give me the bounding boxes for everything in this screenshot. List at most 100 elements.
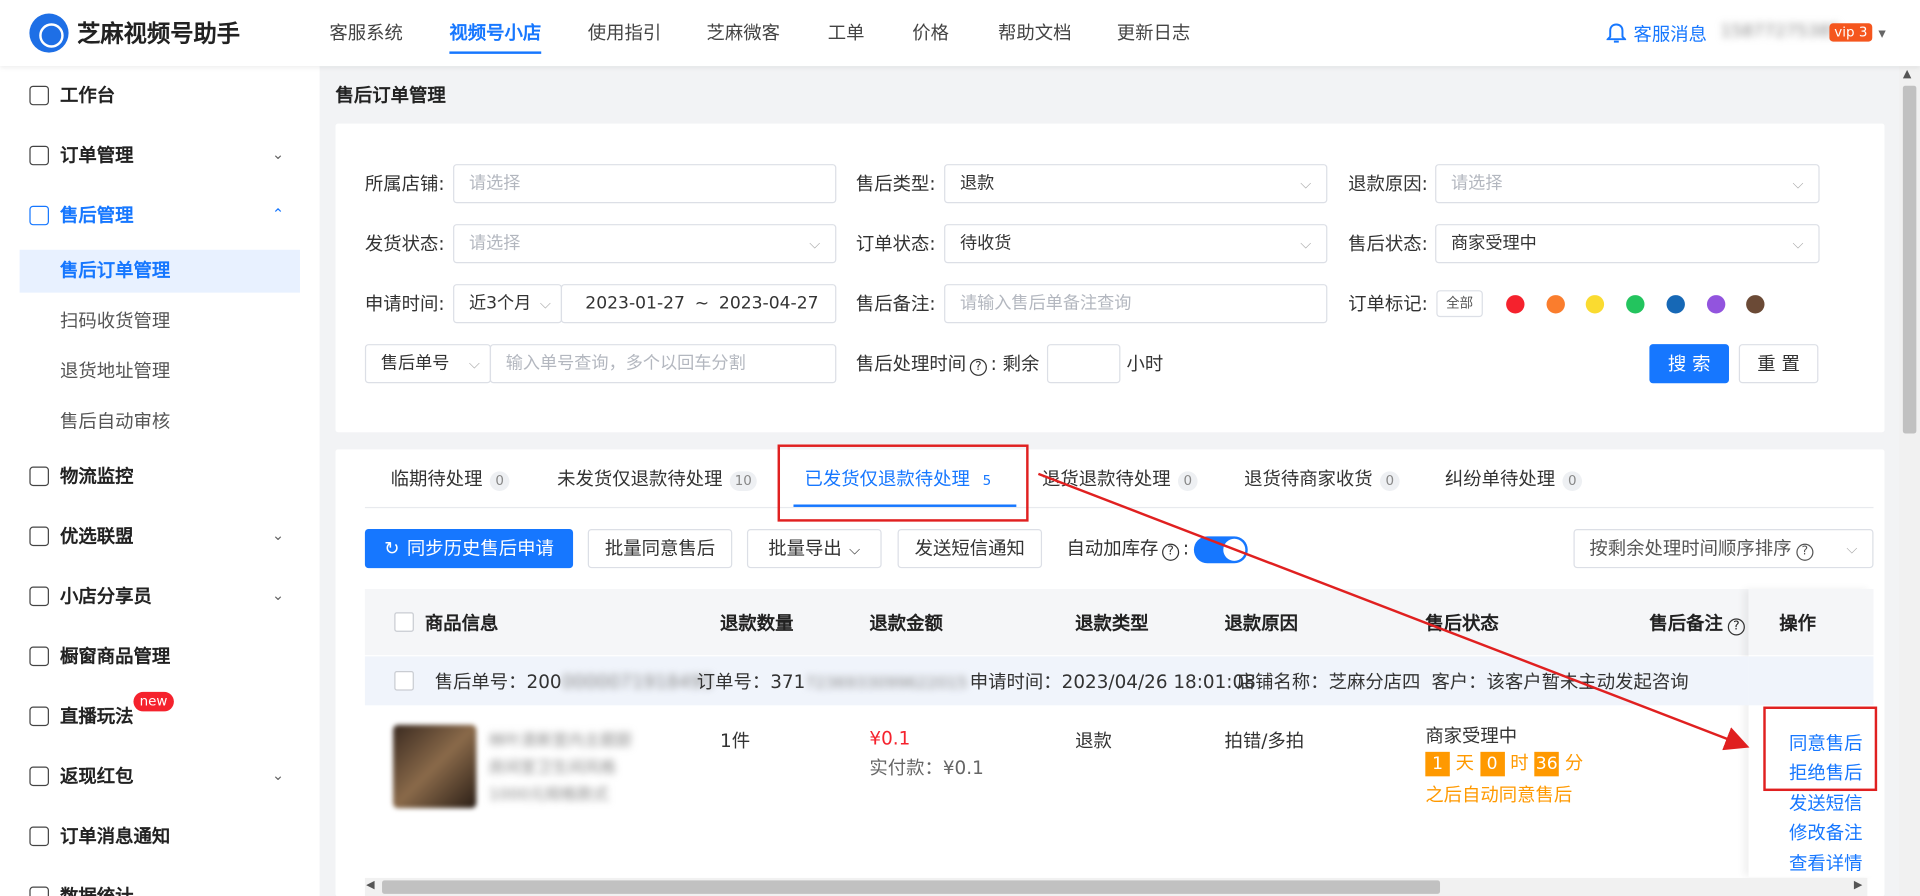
tab-await-receipt[interactable]: 退货待商家收货 0 <box>1244 465 1400 492</box>
chevron-down-icon: ⌵ <box>539 295 552 313</box>
mark-all-button[interactable]: 全部 <box>1436 290 1483 318</box>
chevron-down-icon[interactable]: ⌄ <box>272 146 284 163</box>
nav-changelog[interactable]: 更新日志 <box>1117 0 1190 66</box>
edit-remark-link[interactable]: 修改备注 <box>1789 819 1862 845</box>
scroll-right-icon[interactable]: ▶ <box>1854 879 1862 891</box>
view-details-link[interactable]: 查看详情 <box>1789 850 1862 876</box>
bell-icon[interactable] <box>1605 22 1628 44</box>
account-chevron-icon[interactable]: ▾ <box>1878 24 1885 41</box>
sidebar-item-order-notice[interactable]: 订单消息通知 <box>29 822 170 851</box>
id-search-input[interactable]: 输入单号查询，多个以回车分割 <box>489 344 837 384</box>
reset-button[interactable]: 重 置 <box>1738 344 1819 384</box>
reason-select[interactable]: 请选择 ⌵ <box>1435 164 1820 204</box>
type-select[interactable]: 退款 ⌵ <box>944 164 1328 204</box>
mark-color-dot[interactable] <box>1706 295 1725 314</box>
edit-icon <box>29 646 49 667</box>
help-icon[interactable]: ? <box>1162 543 1180 561</box>
chevron-down-icon: ⌵ <box>809 235 821 253</box>
batch-agree-button[interactable]: 批量同意售后 <box>587 528 733 569</box>
reason-label: 退款原因: <box>1348 172 1428 195</box>
user-account[interactable]: 15877275385 <box>1720 22 1840 42</box>
sidebar-item-orders[interactable]: 订单管理 <box>29 141 133 170</box>
search-button[interactable]: 搜 索 <box>1649 344 1729 384</box>
annotation-box-tab <box>777 444 1029 522</box>
order-no-blurred: 7236933099622015 <box>805 674 968 694</box>
product-thumbnail[interactable] <box>393 724 477 809</box>
time-range-select[interactable]: 近3个月 ⌵ <box>453 284 563 324</box>
users-icon <box>29 586 49 607</box>
ship-select[interactable]: 请选择 ⌵ <box>453 224 837 264</box>
mark-color-dot[interactable] <box>1546 295 1565 314</box>
sidebar-item-auto-review[interactable]: 售后自动审核 <box>60 407 170 436</box>
col-product: 商品信息 <box>424 612 499 635</box>
sync-history-button[interactable]: ↻ 同步历史售后申请 <box>364 528 574 569</box>
sidebar-item-redpacket[interactable]: 返现红包 <box>29 762 133 791</box>
sidebar-label: 订单管理 <box>60 144 134 167</box>
date-range-picker[interactable]: 2023-01-27 ~2023-04-27 <box>560 284 837 324</box>
mark-color-dot[interactable] <box>1666 295 1685 314</box>
nav-customer-service[interactable]: 客服系统 <box>329 0 402 66</box>
sidebar-item-live[interactable]: 直播玩法 <box>29 702 133 731</box>
sidebar-item-scan-receive[interactable]: 扫码收货管理 <box>60 306 170 335</box>
sidebar-item-stats[interactable]: 数据统计 <box>29 882 133 896</box>
as-status-select[interactable]: 商家受理中 ⌵ <box>1435 224 1820 264</box>
batch-export-button[interactable]: 批量导出 ⌵ <box>746 528 882 569</box>
sort-select[interactable]: 按剩余处理时间顺序排序? ⌵ <box>1573 528 1874 569</box>
remark-input[interactable]: 请输入售后单备注查询 <box>944 284 1328 324</box>
tab-label: 临期待处理 <box>390 467 483 490</box>
customer-messages-link[interactable]: 客服消息 <box>1633 21 1706 47</box>
sidebar-item-aftersale-orders[interactable]: 售后订单管理 <box>60 256 170 285</box>
new-badge: new <box>133 691 174 712</box>
mark-color-dot[interactable] <box>1506 295 1525 314</box>
chevron-down-icon[interactable]: ⌄ <box>272 587 284 604</box>
order-no-label: 订单号： <box>696 671 771 694</box>
sidebar-item-logistics[interactable]: 物流监控 <box>29 462 133 491</box>
send-sms-link[interactable]: 发送短信 <box>1789 790 1862 816</box>
select-all-checkbox[interactable] <box>394 612 414 632</box>
sidebar-item-aftersale[interactable]: 售后管理 <box>29 201 133 230</box>
deadline-label: 售后处理时间?: 剩余 <box>855 352 1040 376</box>
tab-unshipped-refund[interactable]: 未发货仅退款待处理 10 <box>557 465 757 492</box>
nav-help-docs[interactable]: 帮助文档 <box>998 0 1071 66</box>
type-value: 退款 <box>960 173 995 194</box>
auto-stock-toggle[interactable] <box>1193 536 1248 564</box>
chevron-down-icon[interactable]: ⌄ <box>272 527 284 544</box>
sidebar-item-alliance[interactable]: 优选联盟 <box>29 522 133 551</box>
help-icon[interactable]: ? <box>1727 618 1745 636</box>
horizontal-scroll-thumb[interactable] <box>382 880 1441 894</box>
chevron-up-icon[interactable]: ⌃ <box>272 206 284 223</box>
shop-select[interactable]: 请选择 <box>453 164 837 204</box>
sidebar-item-return-address[interactable]: 退货地址管理 <box>60 356 170 385</box>
sidebar-item-sharers[interactable]: 小店分享员 <box>29 582 152 611</box>
customer-info: 客户：该客户暂未主动发起咨询 <box>1431 671 1689 694</box>
hours-unit-label: 时 <box>1510 751 1529 774</box>
sidebar-label: 优选联盟 <box>60 525 134 548</box>
sidebar-item-workbench[interactable]: 工作台 <box>29 81 115 110</box>
nav-guide[interactable]: 使用指引 <box>588 0 661 66</box>
nav-pricing[interactable]: 价格 <box>912 0 949 66</box>
mark-color-dot[interactable] <box>1626 295 1645 314</box>
tab-disputes[interactable]: 纠纷单待处理 0 <box>1445 465 1583 492</box>
nav-tickets[interactable]: 工单 <box>828 0 865 66</box>
tab-return-refund[interactable]: 退货退款待处理 0 <box>1042 465 1198 492</box>
vertical-scroll-thumb[interactable] <box>1902 85 1917 434</box>
tab-near-deadline[interactable]: 临期待处理 0 <box>391 465 510 492</box>
order-status-select[interactable]: 待收货 ⌵ <box>944 224 1328 264</box>
nav-zhima-weike[interactable]: 芝麻微客 <box>707 0 780 66</box>
countdown-mins: 36 <box>1534 751 1559 777</box>
product-line: 林叶清新室内主题厨 <box>488 732 632 751</box>
nav-video-shop[interactable]: 视频号小店 <box>449 0 542 66</box>
scroll-left-icon[interactable]: ◀ <box>366 879 374 891</box>
top-navbar: 芝麻视频号助手 客服系统 视频号小店 使用指引 芝麻微客 工单 价格 帮助文档 … <box>0 0 1920 67</box>
sms-notify-button[interactable]: 发送短信通知 <box>897 528 1043 569</box>
sidebar-item-showcase[interactable]: 橱窗商品管理 <box>29 642 170 671</box>
row-checkbox[interactable] <box>394 671 414 691</box>
id-type-select[interactable]: 售后单号 ⌵ <box>364 344 492 384</box>
chevron-down-icon[interactable]: ⌄ <box>272 767 284 784</box>
scroll-up-icon[interactable]: ▲ <box>1903 69 1911 81</box>
col-qty: 退款数量 <box>720 612 794 635</box>
deadline-hours-input[interactable] <box>1046 344 1121 384</box>
help-icon[interactable]: ? <box>969 358 987 376</box>
col-reason: 退款原因 <box>1224 612 1298 635</box>
paid-amount: 实付款：¥0.1 <box>869 756 984 779</box>
